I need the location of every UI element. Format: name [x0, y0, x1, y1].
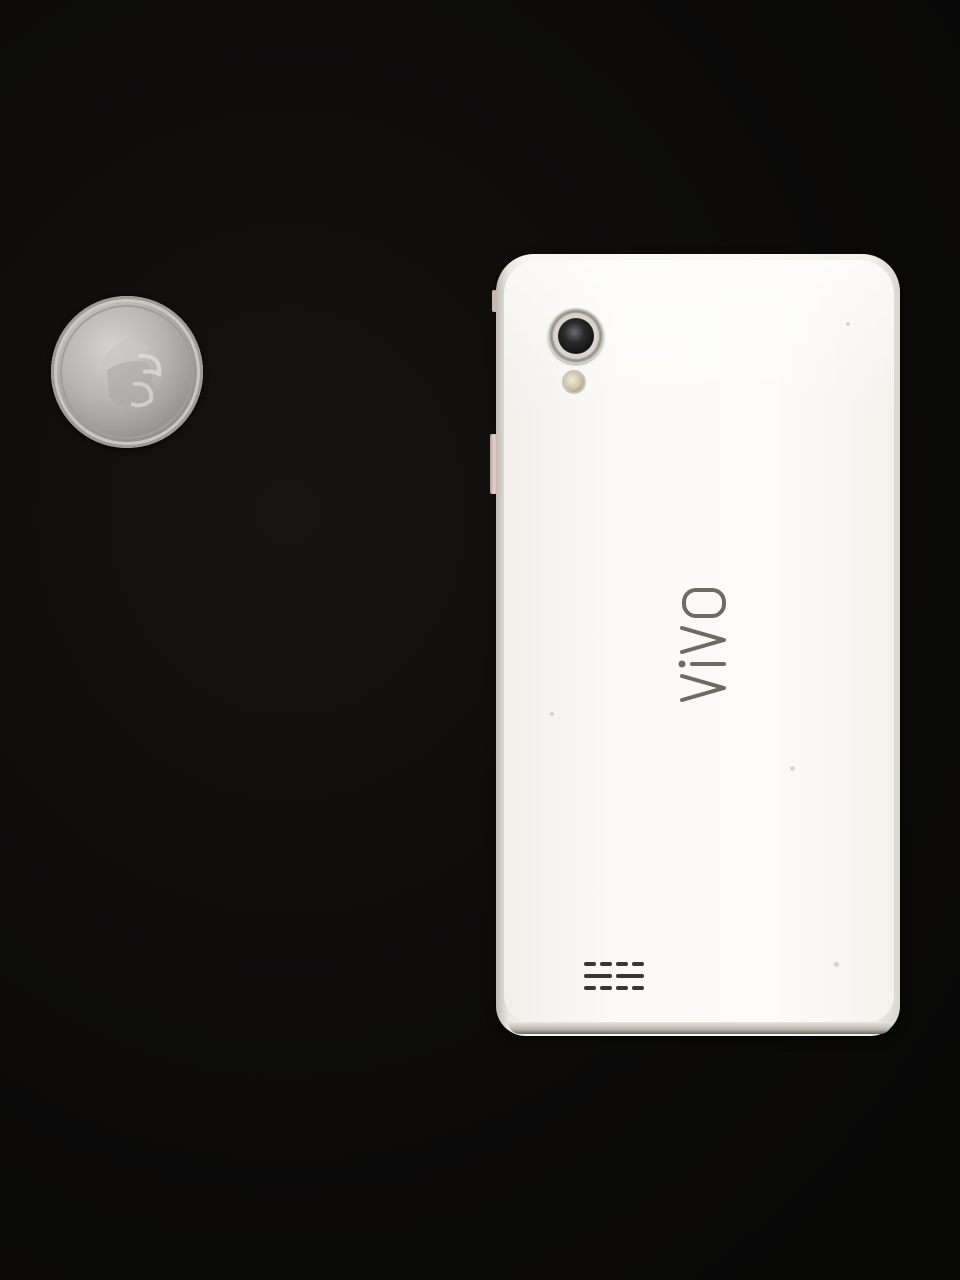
surface-mark: [790, 766, 795, 771]
phone-bottom-edge: [508, 1022, 892, 1034]
volume-button: [490, 434, 497, 494]
surface-mark: [550, 712, 554, 716]
camera-lens: [558, 318, 594, 354]
flash-icon: [564, 372, 584, 392]
coin: [51, 296, 203, 448]
brand-logo: [678, 588, 726, 702]
side-notch: [492, 290, 497, 312]
speaker-grille-icon: [584, 962, 644, 990]
coin-relief: [60, 305, 194, 439]
surface-mark: [834, 962, 839, 967]
phone: [490, 254, 900, 1036]
surface-mark: [846, 322, 850, 326]
phone-back-cover: [504, 260, 894, 1022]
photo-scene: [0, 0, 960, 1280]
camera-icon: [548, 308, 604, 364]
